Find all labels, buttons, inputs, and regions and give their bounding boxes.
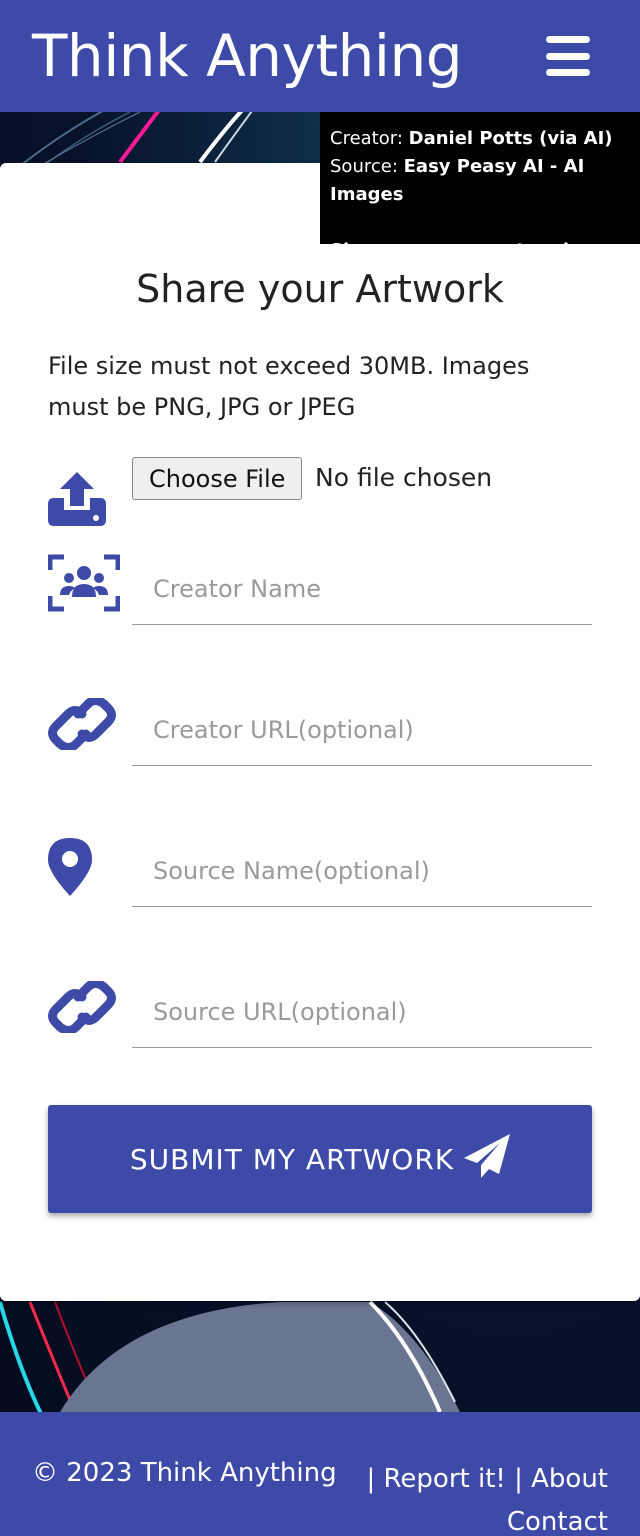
contact-link[interactable]: Contact bbox=[507, 1507, 608, 1536]
source-url-input[interactable] bbox=[132, 976, 592, 1048]
creator-name-input[interactable] bbox=[132, 553, 592, 625]
footer-separator: | bbox=[366, 1464, 376, 1494]
file-status-text: No file chosen bbox=[315, 463, 493, 492]
artwork-credit-box: Creator: Daniel Potts (via AI) Source: E… bbox=[320, 112, 640, 261]
about-link[interactable]: About bbox=[531, 1464, 608, 1494]
report-link[interactable]: Report it! bbox=[384, 1464, 506, 1494]
paper-plane-icon bbox=[464, 1133, 511, 1185]
footer-links: | Report it! | About Contact bbox=[367, 1458, 609, 1536]
group-icon bbox=[48, 554, 120, 612]
upload-icon bbox=[48, 468, 106, 526]
credit-creator: Creator: Daniel Potts (via AI) bbox=[330, 125, 630, 153]
source-name-input[interactable] bbox=[132, 835, 592, 907]
submit-artwork-button[interactable]: SUBMIT MY ARTWORK bbox=[48, 1105, 592, 1213]
choose-file-button[interactable]: Choose File bbox=[132, 457, 303, 500]
copyright-text: © 2023 Think Anything bbox=[32, 1458, 337, 1488]
footer-separator: | bbox=[514, 1464, 523, 1494]
file-requirements-note: File size must not exceed 30MB. Images m… bbox=[48, 352, 530, 421]
link-icon bbox=[48, 698, 116, 750]
link-icon bbox=[48, 981, 116, 1033]
submit-button-label: SUBMIT MY ARTWORK bbox=[129, 1142, 455, 1176]
credit-creator-label: Creator: bbox=[330, 128, 403, 149]
credit-creator-value: Daniel Potts (via AI) bbox=[408, 128, 613, 149]
site-header: Think Anything bbox=[0, 0, 640, 112]
creator-url-input[interactable] bbox=[132, 694, 592, 766]
share-artwork-link[interactable]: Share your own artwork bbox=[330, 237, 630, 265]
page-title: Share your Artwork bbox=[136, 267, 504, 311]
credit-source: Source: Easy Peasy AI - AI Images bbox=[330, 153, 630, 209]
share-artwork-card: Share your Artwork File size must not ex… bbox=[0, 163, 640, 1301]
credit-source-label: Source: bbox=[330, 156, 398, 177]
site-footer: © 2023 Think Anything | Report it! | Abo… bbox=[0, 1412, 640, 1536]
location-pin-icon bbox=[48, 838, 92, 896]
brand-logo-link[interactable]: Think Anything bbox=[32, 22, 463, 90]
hamburger-menu-icon[interactable] bbox=[546, 36, 590, 76]
